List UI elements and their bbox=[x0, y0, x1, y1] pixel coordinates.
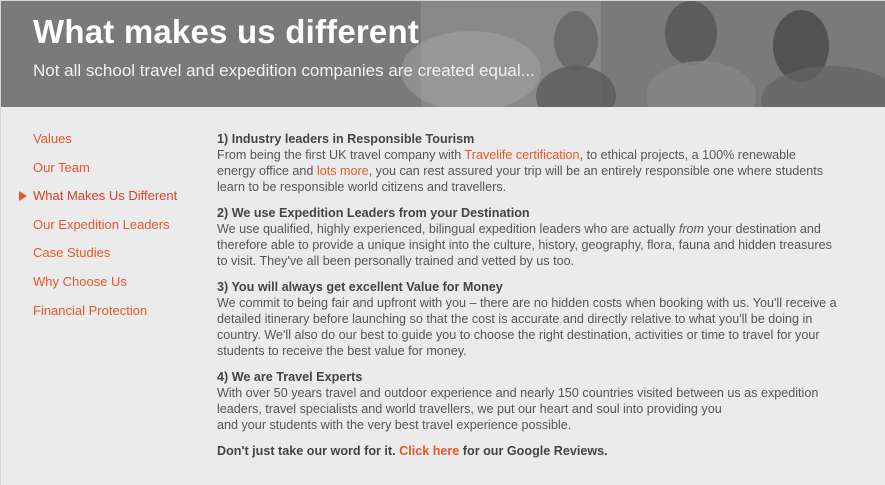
sidebar-item-expedition-leaders[interactable]: Our Expedition Leaders bbox=[19, 217, 209, 246]
travelife-certification-link[interactable]: Travelife certification bbox=[465, 148, 580, 162]
sidebar-item-label: Case Studies bbox=[33, 245, 111, 261]
section-body: From being the first UK travel company w… bbox=[217, 147, 837, 195]
section-heading: 3) You will always get excellent Value f… bbox=[217, 280, 503, 294]
body-text: and your students with the very best tra… bbox=[217, 418, 572, 432]
page-title: What makes us different bbox=[33, 13, 420, 50]
section-heading: 1) Industry leaders in Responsible Touri… bbox=[217, 132, 475, 146]
section-body: We commit to being fair and upfront with… bbox=[217, 296, 837, 358]
reviews-callout: Don't just take our word for it. Click h… bbox=[217, 443, 837, 459]
sidebar-item-label: Financial Protection bbox=[33, 302, 148, 318]
sidebar-item-label: Our Expedition Leaders bbox=[33, 216, 170, 232]
body-text: We use qualified, highly experienced, bi… bbox=[217, 222, 679, 236]
sidebar-item-our-team[interactable]: Our Team bbox=[19, 160, 209, 189]
active-arrow-icon bbox=[19, 191, 27, 202]
main-content: 1) Industry leaders in Responsible Touri… bbox=[217, 131, 837, 459]
content-area: Values Our Team What Makes Us Different … bbox=[1, 107, 885, 485]
sidebar-item-financial-protection[interactable]: Financial Protection bbox=[19, 303, 209, 332]
sidebar-item-case-studies[interactable]: Case Studies bbox=[19, 245, 209, 274]
page-frame: What makes us different Not all school t… bbox=[0, 0, 885, 485]
section-expedition-leaders: 2) We use Expedition Leaders from your D… bbox=[217, 205, 837, 269]
callout-text: for our Google Reviews. bbox=[459, 444, 608, 458]
callout-text: Don't just take our word for it. bbox=[217, 444, 400, 458]
section-value-for-money: 3) You will always get excellent Value f… bbox=[217, 279, 837, 359]
sidebar-nav: Values Our Team What Makes Us Different … bbox=[19, 131, 209, 331]
lots-more-link[interactable]: lots more bbox=[317, 164, 369, 178]
sidebar-item-why-choose-us[interactable]: Why Choose Us bbox=[19, 274, 209, 303]
sidebar-item-values[interactable]: Values bbox=[19, 131, 209, 160]
sidebar-item-label: What Makes Us Different bbox=[33, 188, 178, 204]
body-text: From being the first UK travel company w… bbox=[217, 148, 465, 162]
section-body: With over 50 years travel and outdoor ex… bbox=[217, 385, 837, 433]
section-body: We use qualified, highly experienced, bi… bbox=[217, 221, 837, 269]
section-travel-experts: 4) We are Travel Experts With over 50 ye… bbox=[217, 369, 837, 433]
sidebar-item-label: Our Team bbox=[33, 159, 90, 175]
section-responsible-tourism: 1) Industry leaders in Responsible Touri… bbox=[217, 131, 837, 195]
body-text: With over 50 years travel and outdoor ex… bbox=[217, 386, 819, 416]
sidebar-item-what-makes-us-different[interactable]: What Makes Us Different bbox=[19, 188, 209, 217]
hero-banner: What makes us different Not all school t… bbox=[1, 1, 885, 107]
section-heading: 4) We are Travel Experts bbox=[217, 370, 363, 384]
google-reviews-link[interactable]: Click here bbox=[399, 444, 459, 458]
sidebar-item-label: Values bbox=[33, 131, 72, 146]
page-subtitle: Not all school travel and expedition com… bbox=[33, 61, 535, 80]
section-heading: 2) We use Expedition Leaders from your D… bbox=[217, 206, 530, 220]
sidebar-item-label: Why Choose Us bbox=[33, 273, 127, 289]
emphasis-text: from bbox=[678, 222, 705, 236]
